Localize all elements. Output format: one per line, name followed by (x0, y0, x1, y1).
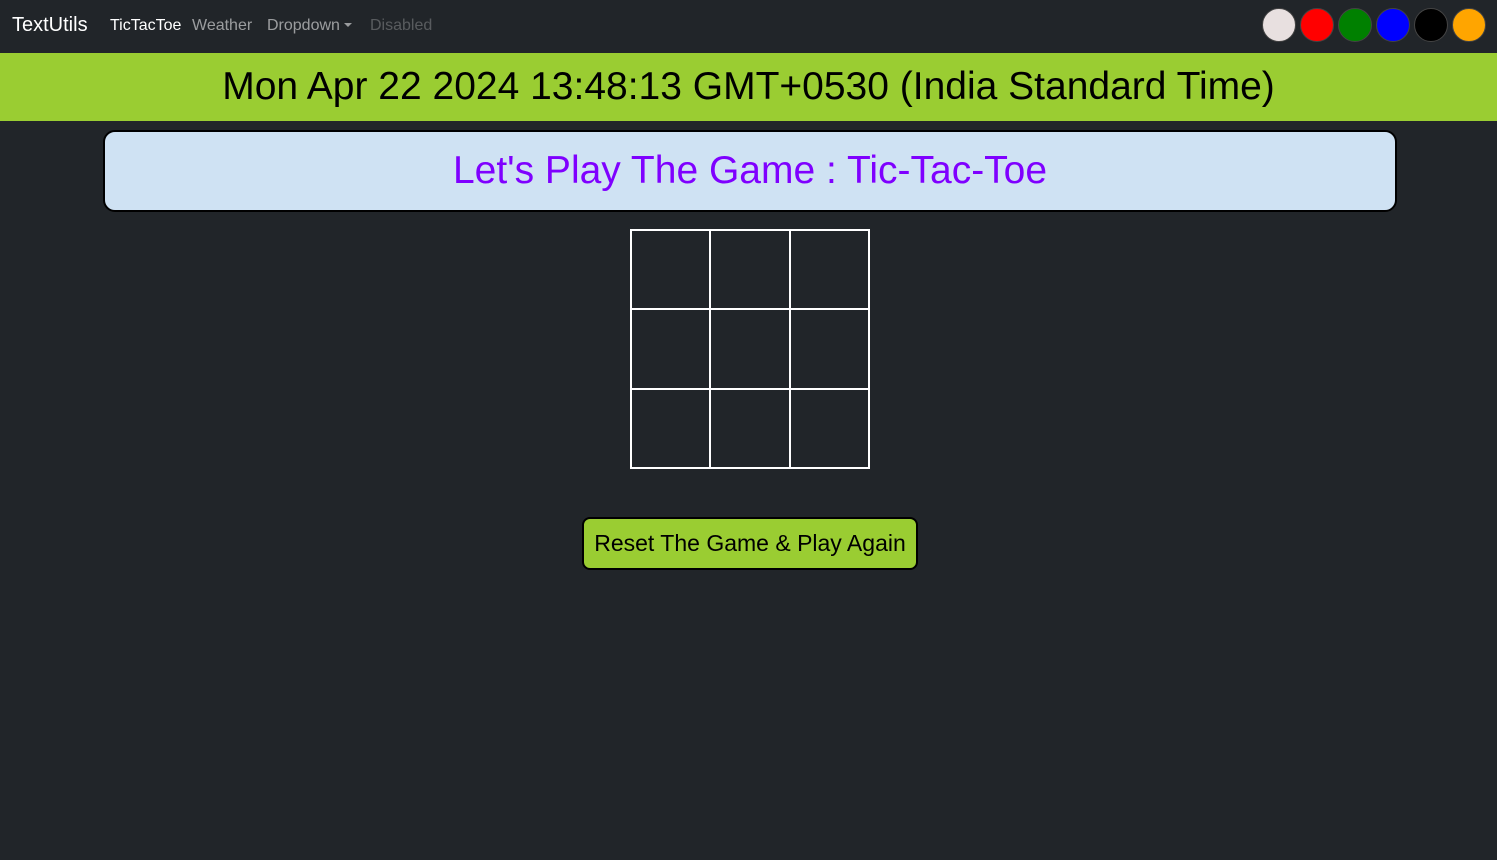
board-cell-1[interactable] (630, 229, 711, 310)
board-cell-5[interactable] (709, 308, 791, 390)
theme-swatch-blue[interactable] (1376, 8, 1410, 42)
brand-logo[interactable]: TextUtils (12, 13, 88, 37)
board-cell-3[interactable] (789, 229, 870, 310)
game-title: Let's Play The Game : Tic-Tac-Toe (452, 149, 1048, 192)
tic-tac-toe-board (630, 229, 870, 469)
nav-dropdown-label: Dropdown (267, 17, 340, 34)
date-banner: Mon Apr 22 2024 13:48:13 GMT+0530 (India… (0, 53, 1497, 121)
theme-swatch-light[interactable] (1262, 8, 1296, 42)
navbar: TextUtils TicTacToe Weather Dropdown Dis… (0, 0, 1497, 53)
board-cell-4[interactable] (630, 308, 711, 390)
board-cell-6[interactable] (789, 308, 870, 390)
board-cell-2[interactable] (709, 229, 791, 310)
theme-swatch-red[interactable] (1300, 8, 1334, 42)
current-datetime: Mon Apr 22 2024 13:48:13 GMT+0530 (India… (222, 65, 1275, 108)
nav-link-tictactoe[interactable]: TicTacToe (110, 16, 181, 36)
caret-down-icon (343, 23, 352, 27)
nav-link-disabled: Disabled (370, 17, 433, 34)
board-cell-7[interactable] (630, 388, 711, 469)
reset-game-button[interactable]: Reset The Game & Play Again (582, 517, 918, 570)
theme-swatch-green[interactable] (1338, 8, 1372, 42)
theme-swatch-orange[interactable] (1452, 8, 1486, 42)
theme-swatch-black[interactable] (1414, 8, 1448, 42)
board-cell-9[interactable] (789, 388, 870, 469)
nav-dropdown-toggle[interactable]: Dropdown (267, 16, 352, 36)
board-cell-8[interactable] (709, 388, 791, 469)
nav-link-weather[interactable]: Weather (192, 16, 252, 36)
game-title-box: Let's Play The Game : Tic-Tac-Toe (103, 130, 1397, 212)
